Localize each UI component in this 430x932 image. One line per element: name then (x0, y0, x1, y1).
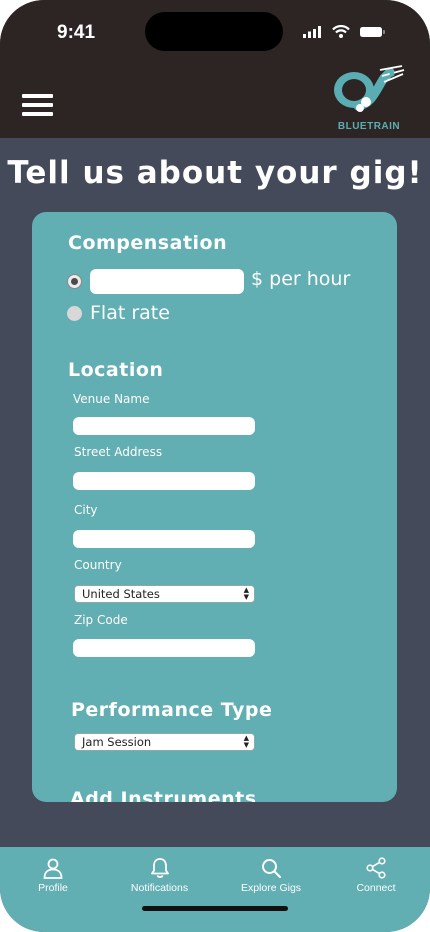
select-arrows-icon: ▲ ▼ (243, 586, 249, 601)
venue-name-input[interactable] (73, 417, 255, 435)
share-icon (366, 857, 386, 879)
top-bar: 9:41 BLUETRAIN (0, 0, 430, 138)
bell-icon (150, 858, 169, 878)
hourly-radio[interactable] (67, 274, 82, 289)
nav-profile[interactable]: Profile (28, 857, 78, 894)
nav-connect[interactable]: Connect (352, 857, 400, 894)
search-icon (262, 859, 281, 878)
nav-explore-gigs[interactable]: Explore Gigs (236, 857, 306, 894)
hourly-rate-input[interactable] (90, 269, 244, 294)
app-screen: 9:41 BLUETRAIN Tell us about your gig! C… (0, 0, 430, 932)
status-icons (303, 25, 386, 38)
flat-rate-radio[interactable] (67, 306, 82, 321)
menu-button[interactable] (22, 94, 53, 116)
flat-rate-label: Flat rate (90, 302, 170, 324)
add-instruments-heading: Add Instruments (70, 788, 257, 802)
nav-connect-label: Connect (356, 882, 396, 894)
street-address-input[interactable] (73, 472, 255, 490)
status-time: 9:41 (57, 22, 96, 43)
venue-name-label: Venue Name (73, 392, 150, 406)
nav-explore-gigs-label: Explore Gigs (240, 882, 302, 894)
nav-notifications[interactable]: Notifications (123, 857, 196, 894)
performance-type-value: Jam Session (82, 735, 152, 749)
logo-text: BLUETRAIN (337, 121, 401, 132)
hourly-suffix-label: $ per hour (251, 268, 351, 290)
country-select-value: United States (82, 587, 160, 601)
bluetrain-logo: BLUETRAIN (332, 64, 406, 132)
city-label: City (74, 503, 98, 517)
city-input[interactable] (73, 530, 255, 548)
nav-notifications-label: Notifications (130, 882, 189, 894)
nav-profile-label: Profile (38, 882, 68, 894)
country-label: Country (74, 558, 122, 572)
compensation-heading: Compensation (68, 232, 228, 254)
battery-icon (360, 26, 385, 37)
street-address-label: Street Address (74, 445, 163, 459)
wifi-icon (332, 25, 350, 38)
zip-code-input[interactable] (73, 639, 255, 657)
location-heading: Location (68, 359, 164, 381)
bottom-navigation: Profile Notifications Explore Gigs Conne… (0, 847, 430, 932)
zip-code-label: Zip Code (74, 613, 128, 627)
status-bar: 9:41 (0, 0, 430, 64)
dynamic-island (145, 12, 283, 51)
gig-form-card: Compensation $ per hour Flat rate Locati… (32, 212, 397, 802)
country-select[interactable]: United States ▲ ▼ (74, 585, 255, 603)
home-indicator (142, 906, 288, 911)
performance-type-select[interactable]: Jam Session ▲ ▼ (74, 733, 255, 751)
menu-icon (22, 94, 53, 98)
select-arrows-icon: ▲ ▼ (243, 734, 249, 749)
saxophone-logo-icon (334, 65, 405, 112)
performance-type-heading: Performance Type (71, 699, 273, 721)
person-icon (43, 858, 63, 879)
cellular-signal-icon (303, 25, 321, 38)
page-title: Tell us about your gig! (7, 155, 423, 191)
